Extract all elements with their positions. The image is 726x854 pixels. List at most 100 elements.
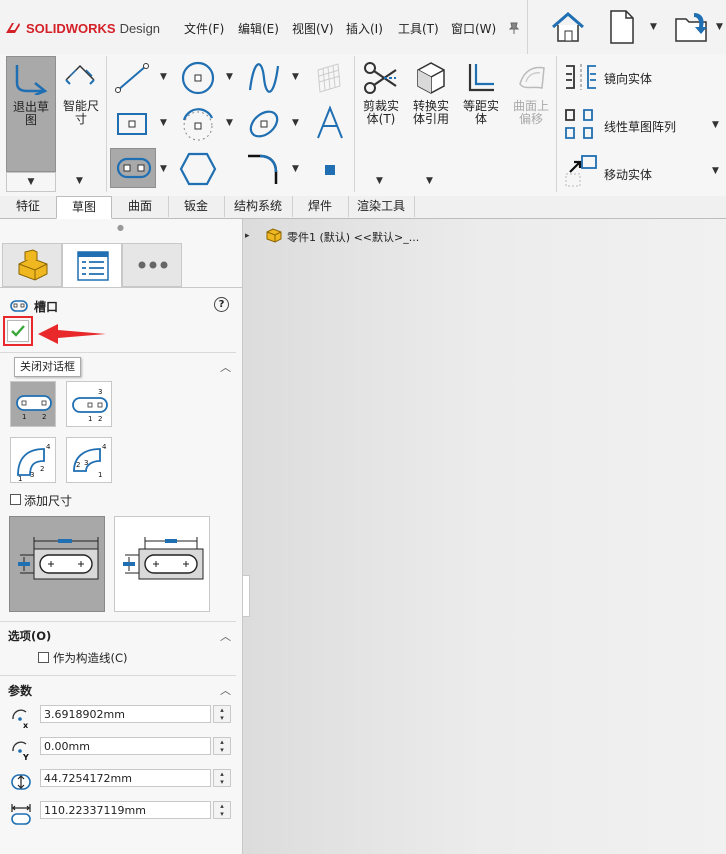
center-to-center-option[interactable] xyxy=(114,516,210,612)
tab-sheet-metal[interactable]: 钣金 xyxy=(168,196,225,217)
svg-text:3: 3 xyxy=(98,388,102,396)
center-y-icon: Y xyxy=(12,741,29,761)
feature-manager-icon xyxy=(18,249,48,281)
point-icon[interactable] xyxy=(322,162,338,178)
feature-tree-root[interactable]: 零件1 (默认) <<默认>_... xyxy=(287,229,419,245)
slot-length-input[interactable]: 110.22337119mm xyxy=(40,801,211,819)
move-entities-button[interactable]: 移动实体 xyxy=(562,154,712,190)
circle-icon[interactable] xyxy=(178,58,218,98)
menu-file[interactable]: 文件(F) xyxy=(184,20,224,37)
open-dropdown-icon[interactable]: ▼ xyxy=(716,22,723,32)
property-manager-tab[interactable] xyxy=(62,243,122,287)
help-icon[interactable]: ? xyxy=(214,297,229,312)
svg-text:Y: Y xyxy=(22,753,29,761)
svg-text:3: 3 xyxy=(30,471,34,479)
center-x-input[interactable]: 3.6918902mm xyxy=(40,705,211,723)
drag-handle-icon[interactable]: ● xyxy=(117,223,124,232)
center-x-spinner[interactable]: ▴ ▾ xyxy=(213,705,231,723)
text-icon[interactable] xyxy=(312,104,348,144)
smart-dimension-button[interactable]: 智能尺 寸 xyxy=(58,56,104,172)
slot-dropdown-icon[interactable]: ▼ xyxy=(160,164,167,174)
svg-text:2: 2 xyxy=(98,415,102,422)
spline-icon[interactable] xyxy=(244,58,284,98)
brand-name: SOLIDWORKS xyxy=(26,20,116,36)
center-y-spinner[interactable]: ▴ ▾ xyxy=(213,737,231,755)
slot-width-spinner[interactable]: ▴ ▾ xyxy=(213,769,231,787)
move-dropdown-icon[interactable]: ▼ xyxy=(712,166,719,176)
center-arc-slot-icon: 4 2 3 1 xyxy=(73,443,107,479)
new-document-button[interactable] xyxy=(594,4,650,50)
center-to-center-icon xyxy=(123,537,204,580)
center-arc-slot-button[interactable]: 4 23 1 xyxy=(66,437,112,483)
arc-dropdown-icon[interactable]: ▼ xyxy=(226,118,233,128)
menu-view[interactable]: 视图(V) xyxy=(292,20,334,37)
checkmark-icon xyxy=(11,325,25,337)
smart-dimension-dropdown-icon[interactable]: ▼ xyxy=(76,176,83,186)
annotation-arrow-icon xyxy=(38,324,106,344)
three-point-arc-slot-button[interactable]: 4 1 32 xyxy=(10,437,56,483)
linear-pattern-dropdown-icon[interactable]: ▼ xyxy=(712,120,719,130)
tab-render-tools[interactable]: 渲染工具 xyxy=(348,196,415,217)
tooltip: 关闭对话框 xyxy=(14,357,81,377)
more-tabs-button[interactable] xyxy=(122,243,182,287)
slot-type-collapse-icon[interactable]: ︿ xyxy=(220,359,231,375)
exit-sketch-button[interactable]: 退出草 图 xyxy=(6,56,56,172)
center-y-input[interactable]: 0.00mm xyxy=(40,737,211,755)
linear-pattern-button[interactable]: 线性草图阵列 xyxy=(562,106,712,142)
home-button[interactable] xyxy=(540,4,596,50)
new-dropdown-icon[interactable]: ▼ xyxy=(650,22,657,32)
tab-structure-system[interactable]: 结构系统 xyxy=(224,196,293,217)
slot-button[interactable] xyxy=(110,148,156,188)
polygon-icon[interactable] xyxy=(178,150,218,188)
options-collapse-icon[interactable]: ︿ xyxy=(220,628,231,644)
panel-collapse-handle[interactable] xyxy=(242,575,250,617)
menu-tools[interactable]: 工具(T) xyxy=(398,20,439,37)
tab-weldments[interactable]: 焊件 xyxy=(292,196,349,217)
line-icon[interactable] xyxy=(112,60,152,96)
straight-slot-button[interactable]: 12 xyxy=(10,381,56,427)
rectangle-dropdown-icon[interactable]: ▼ xyxy=(160,118,167,128)
fillet-dropdown-icon[interactable]: ▼ xyxy=(292,164,299,174)
tab-features[interactable]: 特征 xyxy=(0,196,57,217)
trim-dropdown-icon[interactable]: ▼ xyxy=(376,176,383,186)
tree-expand-icon[interactable]: ▸ xyxy=(245,231,250,241)
circle-dropdown-icon[interactable]: ▼ xyxy=(226,72,233,82)
arc-icon[interactable] xyxy=(178,104,218,144)
fillet-icon[interactable] xyxy=(244,150,284,188)
center-straight-slot-button[interactable]: 3 12 xyxy=(66,381,112,427)
offset-entities-button[interactable]: 等距实 体 xyxy=(458,56,504,136)
construction-checkbox[interactable] xyxy=(38,652,49,663)
parameters-collapse-icon[interactable]: ︿ xyxy=(220,682,231,698)
offset-entities-icon xyxy=(468,64,494,92)
slot-width-input[interactable]: 44.7254172mm xyxy=(40,769,211,787)
mirror-entities-button[interactable]: 镜向实体 xyxy=(562,62,712,92)
open-button[interactable] xyxy=(664,4,720,50)
smart-dimension-icon xyxy=(65,64,95,85)
convert-dropdown-icon[interactable]: ▼ xyxy=(426,176,433,186)
slot-length-spinner[interactable]: ▴ ▾ xyxy=(213,801,231,819)
add-dimension-checkbox[interactable] xyxy=(10,494,21,505)
construction-label: 作为构造线(C) xyxy=(53,651,128,665)
overall-length-option[interactable] xyxy=(9,516,105,612)
slot-title-icon xyxy=(10,300,28,312)
menu-edit[interactable]: 编辑(E) xyxy=(238,20,279,37)
ok-button[interactable] xyxy=(7,320,29,342)
convert-entities-label: 转换实 体引用 xyxy=(412,99,449,126)
trim-button[interactable]: 剪裁实 体(T) xyxy=(358,56,404,136)
tab-sketch[interactable]: 草图 xyxy=(56,196,112,219)
trim-label: 剪裁实 体(T) xyxy=(362,99,399,126)
convert-entities-button[interactable]: 转换实 体引用 xyxy=(408,56,454,136)
exit-sketch-dropdown[interactable]: ▼ xyxy=(6,172,56,192)
line-dropdown-icon[interactable]: ▼ xyxy=(160,72,167,82)
menu-window[interactable]: 窗口(W) xyxy=(451,20,496,37)
tab-surfaces[interactable]: 曲面 xyxy=(112,196,169,217)
graphics-area[interactable]: ▸ 零件1 (默认) <<默认>_... xyxy=(242,219,726,854)
ellipse-dropdown-icon[interactable]: ▼ xyxy=(292,118,299,128)
menu-insert[interactable]: 插入(I) xyxy=(346,20,383,37)
ellipse-icon[interactable] xyxy=(244,104,284,144)
pin-icon[interactable] xyxy=(507,21,521,35)
spline-dropdown-icon[interactable]: ▼ xyxy=(292,72,299,82)
rectangle-icon[interactable] xyxy=(112,106,152,142)
feature-manager-tab[interactable] xyxy=(2,243,62,287)
solidworks-logo: SOLIDWORKS Design xyxy=(4,20,160,36)
